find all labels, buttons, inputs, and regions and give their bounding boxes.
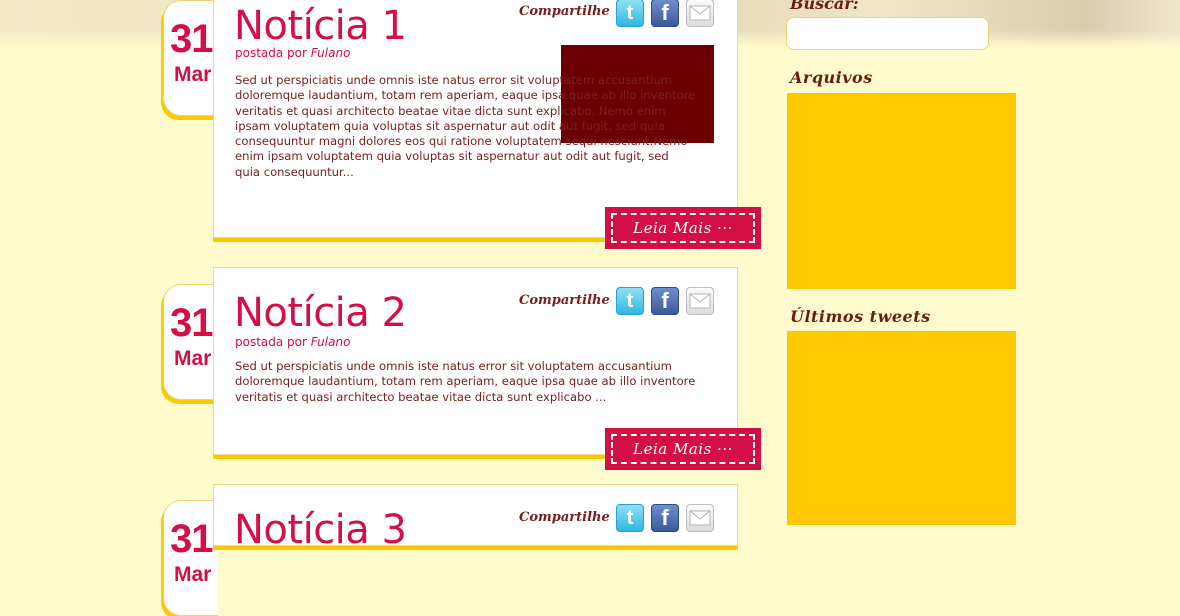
post-date: 31 Mar (163, 284, 218, 400)
share-label: Compartilhe (519, 4, 610, 19)
tweets-widget (787, 331, 1016, 525)
mail-share-icon[interactable] (686, 0, 714, 27)
archives-widget (787, 93, 1016, 289)
post-author[interactable]: Fulano (311, 46, 351, 60)
read-more-label: Leia Mais ··· (633, 440, 733, 458)
post-byline: postada por Fulano (235, 335, 350, 349)
read-more-label: Leia Mais ··· (633, 219, 733, 237)
post-title[interactable]: Notícia 2 (234, 290, 407, 336)
archives-title: Arquivos (790, 68, 873, 87)
date-day: 31 (170, 17, 214, 61)
date-day: 31 (170, 517, 214, 561)
twitter-share-icon[interactable]: t (616, 504, 644, 532)
date-month: Mar (174, 63, 212, 86)
byline-prefix: postada por (235, 335, 311, 349)
post-excerpt: Sed ut perspiciatis unde omnis iste natu… (235, 73, 696, 179)
date-month: Mar (174, 563, 212, 586)
post-byline: postada por Fulano (235, 46, 350, 60)
date-day: 31 (170, 301, 214, 345)
facebook-share-icon[interactable]: f (651, 0, 679, 27)
post-excerpt: Sed ut perspiciatis unde omnis iste natu… (235, 359, 696, 404)
twitter-share-icon[interactable]: t (616, 287, 644, 315)
mail-share-icon[interactable] (686, 287, 714, 315)
share-label: Compartilhe (519, 293, 610, 308)
mail-share-icon[interactable] (686, 504, 714, 532)
search-input[interactable] (786, 17, 989, 50)
twitter-share-icon[interactable]: t (616, 0, 644, 27)
facebook-share-icon[interactable]: f (651, 504, 679, 532)
post-date: 31 Mar (163, 500, 218, 616)
post-title[interactable]: Notícia 1 (234, 3, 407, 49)
share-label: Compartilhe (519, 510, 610, 525)
post-title[interactable]: Notícia 3 (234, 507, 407, 553)
read-more-button[interactable]: Leia Mais ··· (605, 428, 761, 470)
post-card: Notícia 3 Compartilhe t f (213, 484, 738, 553)
post-card: Notícia 2 postada por Fulano Compartilhe… (213, 267, 738, 455)
post-date: 31 Mar (163, 0, 218, 116)
facebook-share-icon[interactable]: f (651, 287, 679, 315)
byline-prefix: postada por (235, 46, 311, 60)
read-more-button[interactable]: Leia Mais ··· (605, 207, 761, 249)
search-label: Buscar: (790, 0, 859, 13)
post-card: Notícia 1 postada por Fulano Compartilhe… (213, 0, 738, 238)
post-author[interactable]: Fulano (311, 335, 351, 349)
tweets-title: Últimos tweets (790, 307, 931, 326)
date-month: Mar (174, 347, 212, 370)
